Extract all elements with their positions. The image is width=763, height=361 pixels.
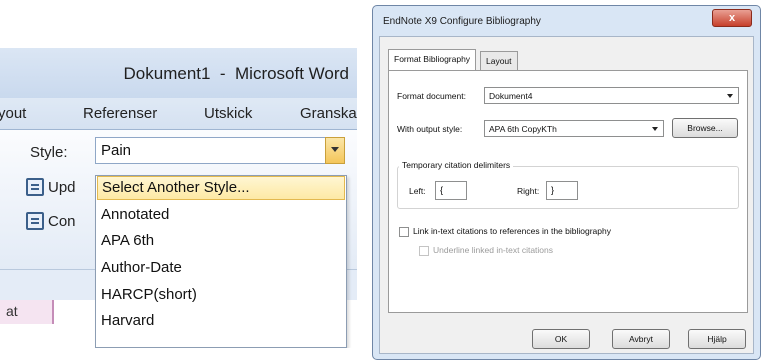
convert-citations-label: Con xyxy=(48,213,76,230)
style-option-select-another[interactable]: Select Another Style... xyxy=(97,176,345,200)
document-tab-label: at xyxy=(6,303,18,319)
style-option-author-date[interactable]: Author-Date xyxy=(97,256,345,280)
update-citations-label: Upd xyxy=(48,179,76,196)
style-option-harcp-short[interactable]: HARCP(short) xyxy=(97,283,345,307)
configure-bibliography-dialog: EndNote X9 Configure Bibliography x Form… xyxy=(372,5,761,360)
style-option-apa-6th[interactable]: APA 6th xyxy=(97,229,345,253)
convert-citations-icon xyxy=(26,212,44,230)
word-window: Dokument1 - Microsoft Word yout Referens… xyxy=(0,48,357,348)
browse-button[interactable]: Browse... xyxy=(672,118,738,138)
tab-referenser[interactable]: Referenser xyxy=(83,105,157,122)
style-label: Style: xyxy=(30,144,68,161)
style-dropdown-button[interactable] xyxy=(325,137,345,164)
dialog-body: Format Bibliography Layout Format docume… xyxy=(379,36,754,354)
word-titlebar: Dokument1 - Microsoft Word xyxy=(0,48,357,98)
word-window-title: Dokument1 - Microsoft Word xyxy=(123,64,349,83)
update-citations-button[interactable]: Upd xyxy=(26,178,76,196)
tab-layout[interactable]: yout xyxy=(0,105,26,122)
tab-format-bibliography[interactable]: Format Bibliography xyxy=(388,49,477,70)
help-button[interactable]: Hjälp xyxy=(688,329,746,349)
right-delimiter-label: Right: xyxy=(517,186,540,196)
underline-citations-checkbox[interactable] xyxy=(419,246,429,256)
style-option-annotated[interactable]: Annotated xyxy=(97,203,345,227)
chevron-down-icon xyxy=(652,127,658,131)
format-document-select[interactable]: Dokument4 xyxy=(484,87,739,104)
right-delimiter-input[interactable]: } xyxy=(546,181,578,200)
style-select-value: Pain xyxy=(101,142,132,159)
tab-utskick[interactable]: Utskick xyxy=(204,105,252,122)
left-delimiter-label: Left: xyxy=(409,186,426,196)
convert-citations-button[interactable]: Con xyxy=(26,212,76,230)
left-delimiter-input[interactable]: { xyxy=(435,181,467,200)
format-bibliography-panel: Format document: Dokument4 With output s… xyxy=(388,70,748,313)
update-citations-icon xyxy=(26,178,44,196)
format-document-label: Format document: xyxy=(397,91,466,101)
ok-button[interactable]: OK xyxy=(532,329,590,349)
tab-granska[interactable]: Granska xyxy=(300,105,357,122)
style-select[interactable]: Pain xyxy=(95,137,345,164)
chevron-down-icon xyxy=(727,94,733,98)
delimiters-group-title: Temporary citation delimiters xyxy=(399,160,514,170)
word-ribbon-tabs: yout Referenser Utskick Granska xyxy=(0,98,357,130)
link-citations-checkbox[interactable] xyxy=(399,227,409,237)
output-style-label: With output style: xyxy=(397,124,463,134)
output-style-value: APA 6th CopyKTh xyxy=(489,124,557,134)
format-document-value: Dokument4 xyxy=(489,91,533,101)
underline-citations-label: Underline linked in-text citations xyxy=(433,245,554,255)
style-dropdown-list: Select Another Style... Annotated APA 6t… xyxy=(95,175,347,348)
document-tab[interactable]: at xyxy=(0,300,54,324)
tab-layout-dialog[interactable]: Layout xyxy=(480,51,518,70)
cancel-button[interactable]: Avbryt xyxy=(612,329,670,349)
dialog-title: EndNote X9 Configure Bibliography xyxy=(383,16,541,27)
output-style-select[interactable]: APA 6th CopyKTh xyxy=(484,120,664,137)
style-option-harvard[interactable]: Harvard xyxy=(97,309,345,333)
link-citations-label: Link in-text citations to references in … xyxy=(413,226,611,236)
close-button[interactable]: x xyxy=(712,9,752,27)
chevron-down-icon xyxy=(331,147,339,152)
